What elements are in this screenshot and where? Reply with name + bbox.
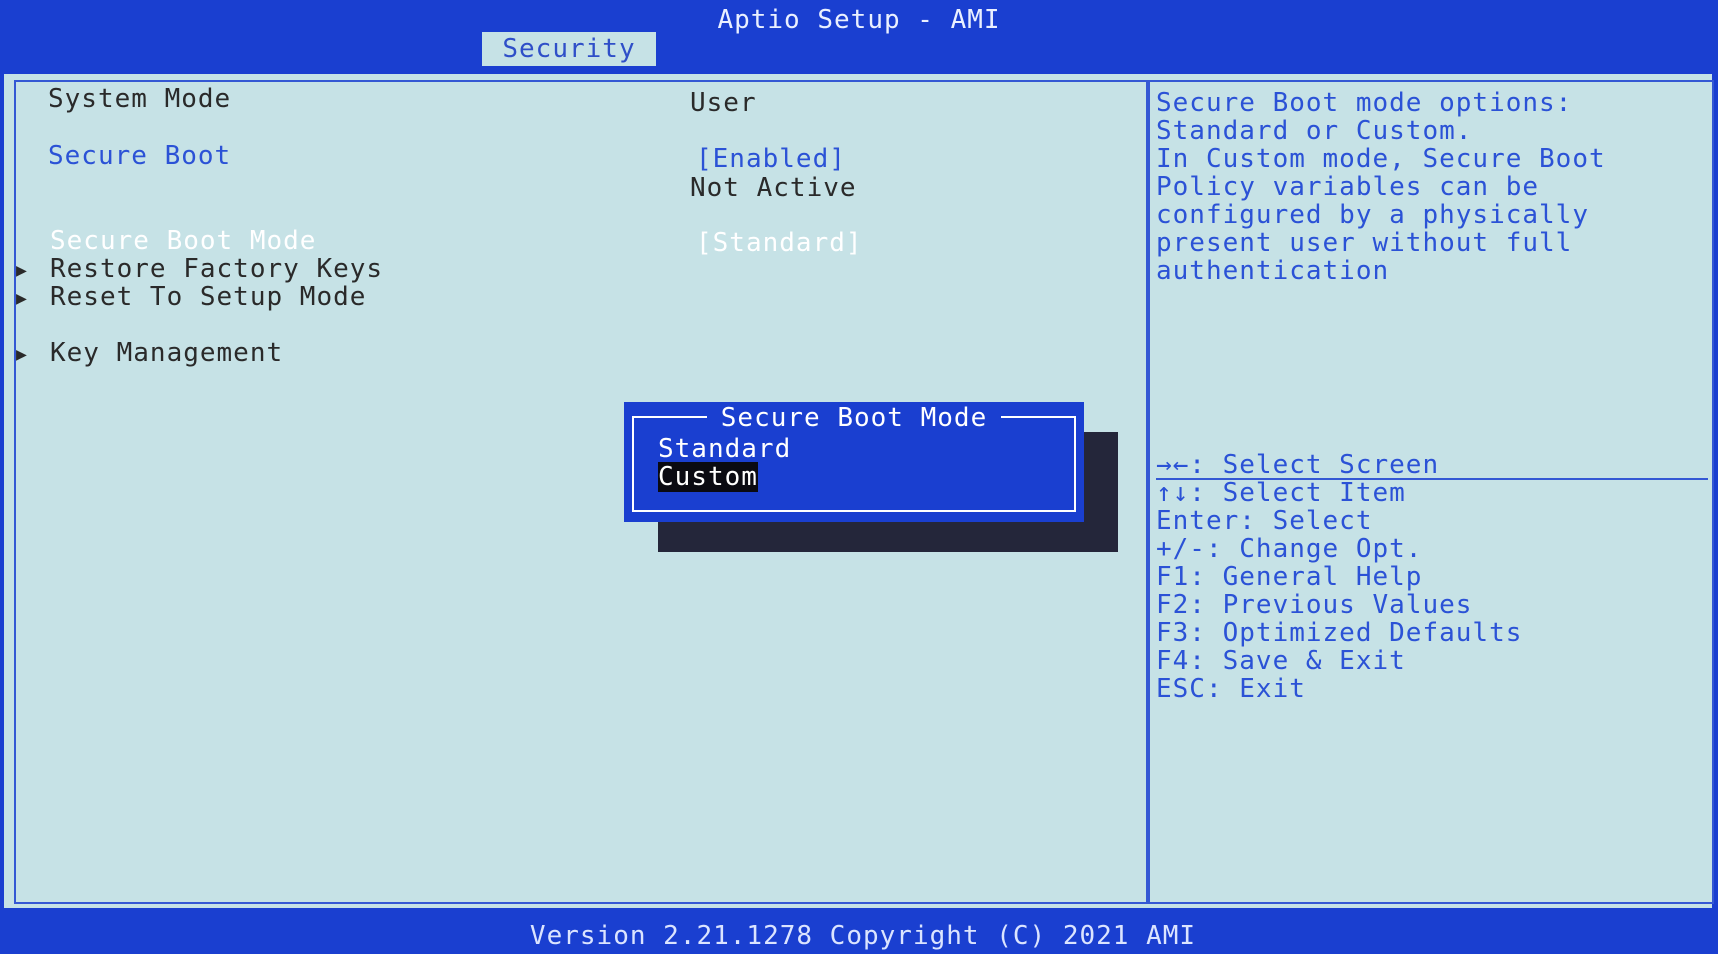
key-hint: F3: Optimized Defaults xyxy=(1156,618,1523,648)
secure-boot-status: Not Active xyxy=(690,173,857,203)
system-mode-value: User xyxy=(690,88,757,118)
help-line: Policy variables can be xyxy=(1156,172,1540,202)
key-hint: ↑↓: Select Item xyxy=(1156,478,1406,508)
secure-boot-value[interactable]: [Enabled] xyxy=(696,144,846,174)
footer-version: Version 2.21.1278 Copyright (C) 2021 AMI xyxy=(8,918,1718,954)
secure-boot-mode-label[interactable]: Secure Boot Mode xyxy=(50,226,316,256)
restore-factory-keys[interactable]: Restore Factory Keys xyxy=(50,254,383,284)
popup-title-text: Secure Boot Mode xyxy=(706,403,1002,433)
popup-option-custom[interactable]: Custom xyxy=(658,462,758,492)
reset-to-setup-mode[interactable]: Reset To Setup Mode xyxy=(50,282,366,312)
secure-boot-label[interactable]: Secure Boot xyxy=(48,141,231,171)
key-hint: →←: Select Screen xyxy=(1156,450,1440,480)
help-line: In Custom mode, Secure Boot xyxy=(1156,144,1606,174)
key-management[interactable]: Key Management xyxy=(50,338,283,368)
key-hint: Enter: Select xyxy=(1156,506,1373,536)
help-line: configured by a physically xyxy=(1156,200,1589,230)
key-hint: F1: General Help xyxy=(1156,562,1423,592)
help-line: authentication xyxy=(1156,256,1390,286)
submenu-arrow-icon: ▶ xyxy=(16,344,28,365)
submenu-arrow-icon: ▶ xyxy=(16,288,28,309)
key-hint: ESC: Exit xyxy=(1156,674,1306,704)
system-mode-label: System Mode xyxy=(48,84,232,114)
key-hint: F2: Previous Values xyxy=(1156,590,1473,620)
popup-option-standard[interactable]: Standard xyxy=(658,434,791,464)
key-hint: +/-: Change Opt. xyxy=(1156,534,1423,564)
secure-boot-mode-popup: Secure Boot Mode Standard Custom xyxy=(624,402,1084,522)
help-line: Secure Boot mode options: xyxy=(1156,88,1573,118)
app-title: Aptio Setup - AMI xyxy=(717,5,1001,35)
secure-boot-mode-value[interactable]: [Standard] xyxy=(696,228,863,258)
help-line: Standard or Custom. xyxy=(1156,116,1473,146)
popup-title: Secure Boot Mode xyxy=(624,402,1084,434)
help-line: present user without full xyxy=(1156,228,1573,258)
bios-screen: Aptio Setup - AMI Security System Mode U… xyxy=(0,0,1718,954)
key-hint: F4: Save & Exit xyxy=(1156,646,1406,676)
submenu-arrow-icon: ▶ xyxy=(16,260,28,281)
tab-security[interactable]: Security xyxy=(482,32,656,66)
